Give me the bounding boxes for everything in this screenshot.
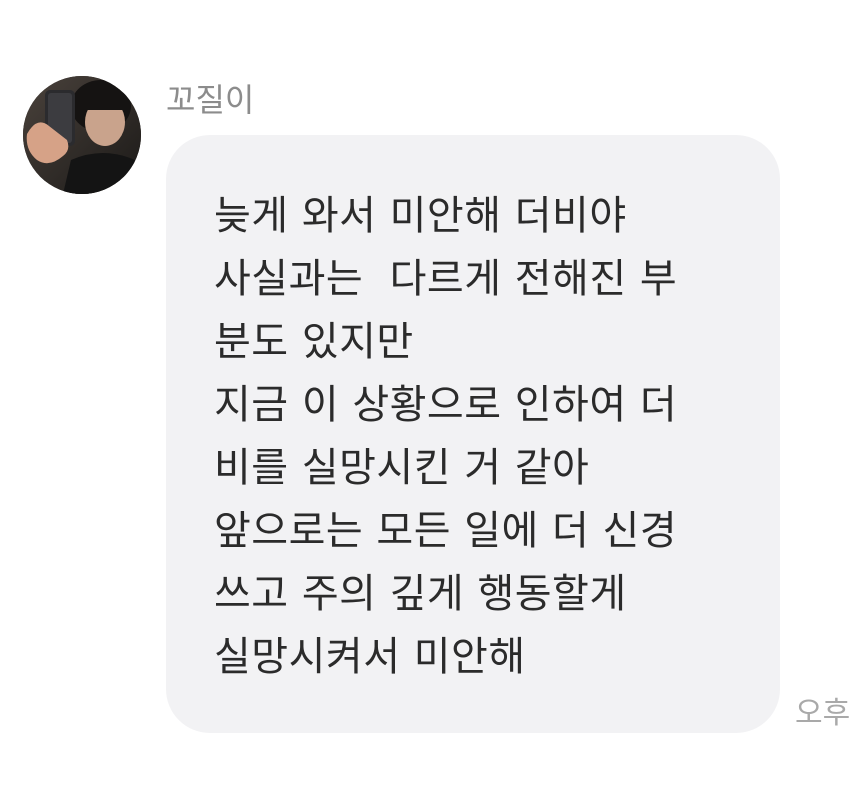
profile-photo-icon (23, 76, 141, 194)
message-line: 분도 있지만 (214, 319, 414, 365)
message-timestamp: 오후 (795, 696, 851, 731)
sender-name: 꼬질이 (166, 81, 255, 119)
message-line: 사실과는 다르게 전해진 부 (214, 256, 678, 302)
message-line: 비를 실망시킨 거 같아 (214, 445, 590, 491)
message-line: 앞으로는 모든 일에 더 신경 (214, 508, 678, 554)
message-line: 지금 이 상황으로 인하여 더 (214, 382, 678, 428)
message-bubble[interactable]: 늦게 와서 미안해 더비야 사실과는 다르게 전해진 부 분도 있지만 지금 이… (166, 135, 780, 733)
message-line: 실망시켜서 미안해 (214, 634, 526, 680)
message-line: 쓰고 주의 깊게 행동할게 (214, 571, 627, 617)
message-text: 늦게 와서 미안해 더비야 사실과는 다르게 전해진 부 분도 있지만 지금 이… (214, 185, 677, 689)
message-line: 늦게 와서 미안해 더비야 (214, 193, 627, 239)
sender-avatar[interactable] (23, 76, 141, 194)
